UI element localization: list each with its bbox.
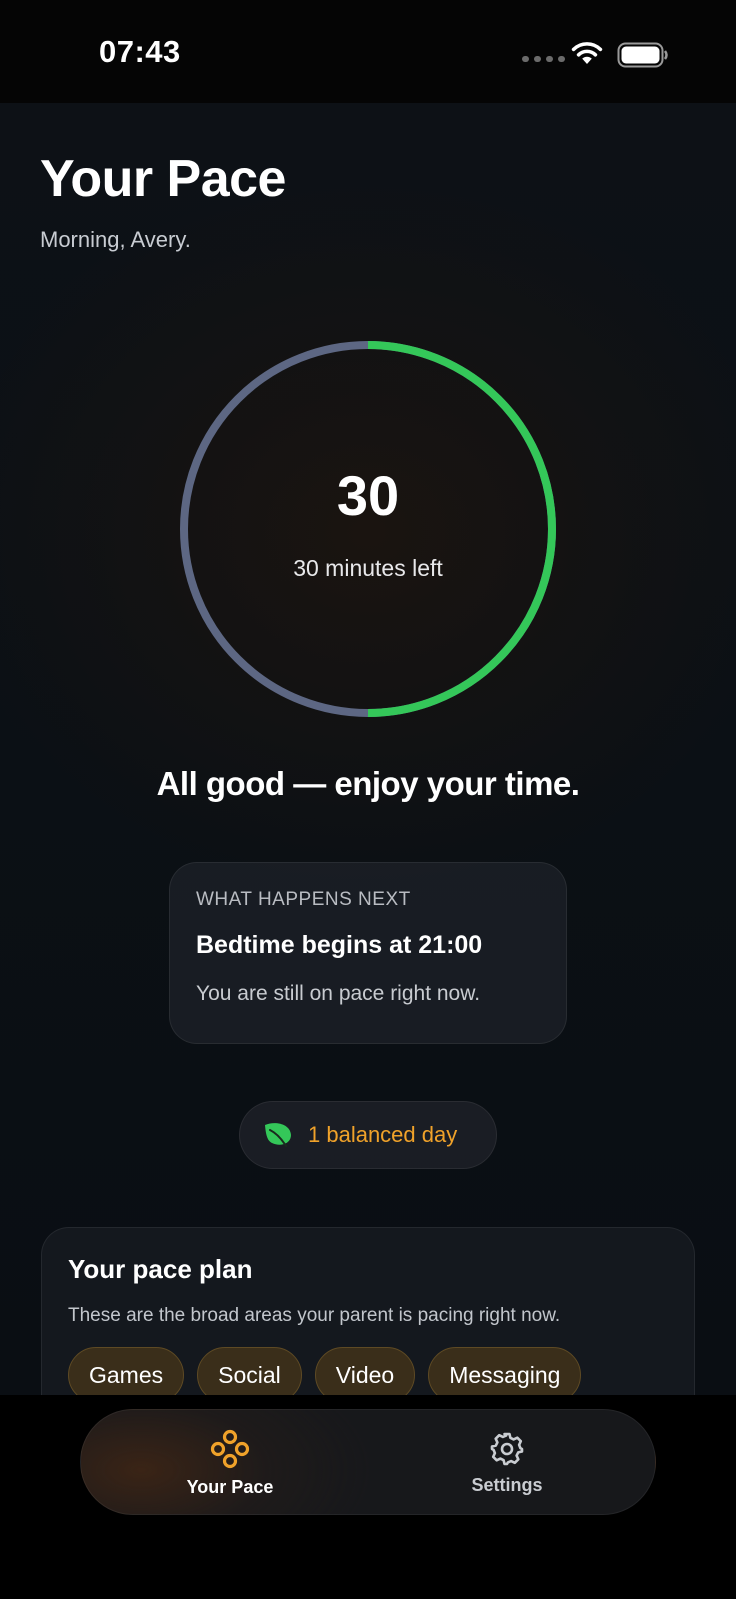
pace-plan-description: These are the broad areas your parent is…: [68, 1305, 561, 1326]
tab-settings-label: Settings: [471, 1474, 543, 1495]
cellular-signal-icon: [522, 56, 565, 62]
page-title: Your Pace: [40, 150, 286, 208]
pace-plan-card: Your pace plan These are the broad areas…: [41, 1227, 695, 1395]
chip-messaging: Messaging: [428, 1347, 582, 1395]
gear-icon: [490, 1432, 524, 1465]
leaf-icon: [265, 1123, 291, 1147]
chip-social: Social: [197, 1347, 302, 1395]
greeting-text: Morning, Avery.: [40, 227, 191, 252]
pace-icon: [210, 1429, 250, 1468]
pace-screen[interactable]: Your Pace Morning, Avery. 30 30 minutes …: [0, 103, 736, 1395]
wifi-icon: [571, 42, 603, 64]
minutes-left-label: 30 minutes left: [293, 555, 443, 581]
tab-settings[interactable]: Settings: [407, 1410, 607, 1516]
balanced-day-label: 1 balanced day: [308, 1122, 458, 1147]
chip-video: Video: [314, 1347, 416, 1395]
battery-icon: [617, 42, 668, 68]
next-card-subtitle: You are still on pace right now.: [196, 982, 481, 1005]
bottom-area: Your Pace Settings: [0, 1395, 736, 1599]
status-message: All good — enjoy your time.: [156, 765, 580, 802]
ring-remaining-arc: [367, 341, 556, 717]
pace-plan-chips: Games Social Video Messaging: [68, 1347, 668, 1395]
next-event-card: WHAT HAPPENS NEXT Bedtime begins at 21:0…: [169, 862, 567, 1044]
tab-bar: Your Pace Settings: [80, 1409, 656, 1515]
tab-your-pace[interactable]: Your Pace: [130, 1410, 330, 1516]
status-time: 07:43: [99, 34, 181, 69]
status-bar: 07:43: [0, 0, 736, 103]
pace-plan-title: Your pace plan: [68, 1254, 253, 1284]
next-card-title: Bedtime begins at 21:00: [196, 931, 483, 959]
minutes-left-value: 30: [336, 464, 400, 527]
balanced-day-badge: 1 balanced day: [239, 1101, 497, 1169]
next-card-eyebrow: WHAT HAPPENS NEXT: [196, 889, 411, 910]
tab-your-pace-label: Your Pace: [186, 1476, 274, 1497]
chip-games: Games: [68, 1347, 185, 1395]
time-remaining-ring: [180, 341, 556, 717]
